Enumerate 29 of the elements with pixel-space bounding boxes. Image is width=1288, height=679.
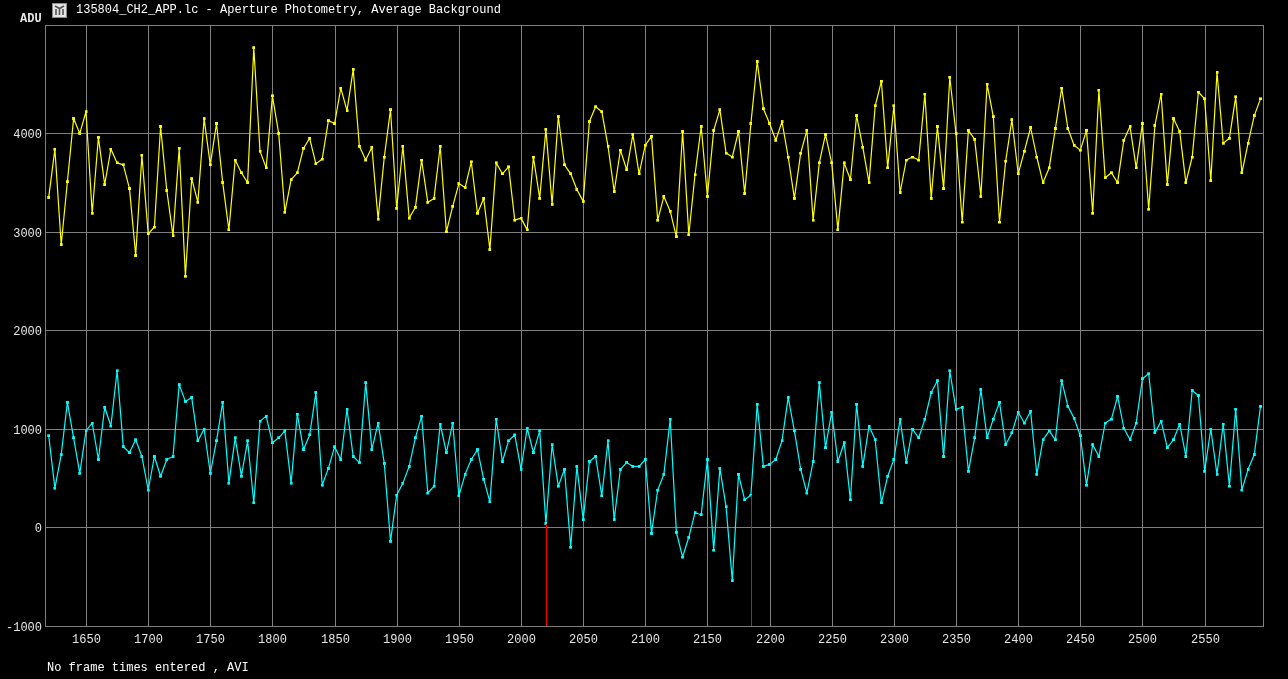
tick-label: 4000	[13, 127, 42, 142]
tick-label: 1800	[258, 633, 287, 647]
app-icon	[52, 3, 67, 18]
tick-label: -1000	[6, 620, 42, 635]
tick-label: 1000	[13, 423, 42, 438]
tick-label: 2300	[880, 633, 909, 647]
tick-label: 2250	[818, 633, 847, 647]
tick-label: 2550	[1191, 633, 1220, 647]
tick-label: 2350	[942, 633, 971, 647]
tick-label: 2100	[631, 633, 660, 647]
tick-label: 2400	[1004, 633, 1033, 647]
status-text: No frame times entered , AVI	[47, 661, 249, 675]
tick-label: 2050	[569, 633, 598, 647]
tick-label: 2200	[756, 633, 785, 647]
tick-label: 3000	[13, 226, 42, 241]
tick-label: 0	[34, 521, 42, 536]
tick-label: 2150	[693, 633, 722, 647]
tick-label: 2450	[1066, 633, 1095, 647]
tick-label: 1950	[445, 633, 474, 647]
tick-label: 1750	[196, 633, 225, 647]
tick-label: 1900	[383, 633, 412, 647]
tick-label: 2000	[507, 633, 536, 647]
tick-label: 1700	[134, 633, 163, 647]
tick-label: 1650	[72, 633, 101, 647]
tick-label: 1850	[321, 633, 350, 647]
window-title: 135804_CH2_APP.lc - Aperture Photometry, Average Background	[76, 3, 501, 18]
tick-label: 2500	[1128, 633, 1157, 647]
tick-label: 2000	[13, 324, 42, 339]
axis-label: ADU	[20, 12, 42, 26]
